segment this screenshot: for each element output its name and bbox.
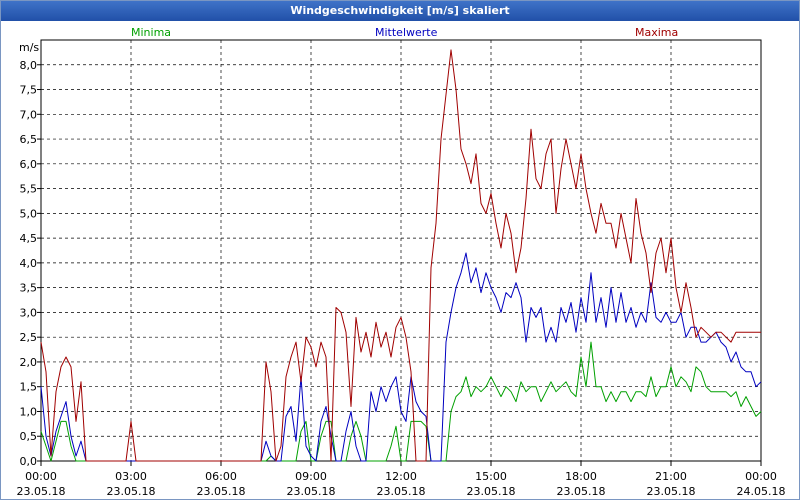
y-tick-label: 4,0 bbox=[20, 257, 38, 270]
y-tick-label: 8,0 bbox=[20, 59, 38, 72]
y-tick-label: 2,5 bbox=[20, 331, 38, 344]
x-tick-label-time: 21:00 bbox=[655, 470, 687, 483]
x-tick-label-date: 24.05.18 bbox=[737, 485, 786, 498]
y-tick-label: 7,0 bbox=[20, 108, 38, 121]
x-tick-label-date: 23.05.18 bbox=[17, 485, 66, 498]
x-tick-label-date: 23.05.18 bbox=[287, 485, 336, 498]
y-tick-label: 6,0 bbox=[20, 158, 38, 171]
x-tick-label-date: 23.05.18 bbox=[107, 485, 156, 498]
x-tick-label-time: 12:00 bbox=[385, 470, 417, 483]
x-tick-label-date: 23.05.18 bbox=[557, 485, 606, 498]
y-tick-label: 7,5 bbox=[20, 84, 38, 97]
y-tick-label: 5,0 bbox=[20, 207, 38, 220]
y-tick-label: 1,5 bbox=[20, 381, 38, 394]
y-tick-label: 3,5 bbox=[20, 282, 38, 295]
x-tick-label-date: 23.05.18 bbox=[647, 485, 696, 498]
x-tick-label-time: 18:00 bbox=[565, 470, 597, 483]
x-tick-label-time: 06:00 bbox=[205, 470, 237, 483]
x-tick-label-date: 23.05.18 bbox=[467, 485, 516, 498]
chart-window: Windgeschwindigkeit [m/s] skaliert Minim… bbox=[0, 0, 800, 500]
y-tick-label: 3,0 bbox=[20, 306, 38, 319]
y-tick-label: 4,5 bbox=[20, 232, 38, 245]
x-tick-label-time: 00:00 bbox=[745, 470, 777, 483]
y-tick-label: 5,5 bbox=[20, 183, 38, 196]
y-tick-label: 0,0 bbox=[20, 455, 38, 468]
y-tick-label: 2,0 bbox=[20, 356, 38, 369]
y-tick-label: 1,0 bbox=[20, 405, 38, 418]
wind-speed-chart: 0,0 0,5 1,0 1,5 2,0 2,5 3,0 3,5 4,0 4,5 5,0 5,5 6,0 6… bbox=[17, 39, 786, 498]
series-line-mittelwerte bbox=[40, 252, 762, 462]
series-line-maxima bbox=[40, 49, 761, 462]
x-tick-label-time: 03:00 bbox=[115, 470, 147, 483]
x-tick-label-time: 09:00 bbox=[295, 470, 327, 483]
x-tick-label-date: 23.05.18 bbox=[197, 485, 246, 498]
x-tick-label-time: 00:00 bbox=[25, 470, 57, 483]
y-tick-label: 0,5 bbox=[20, 430, 38, 443]
x-tick-label-time: 15:00 bbox=[475, 470, 507, 483]
x-tick-label-date: 23.05.18 bbox=[377, 485, 426, 498]
y-tick-label: 6,5 bbox=[20, 133, 38, 146]
